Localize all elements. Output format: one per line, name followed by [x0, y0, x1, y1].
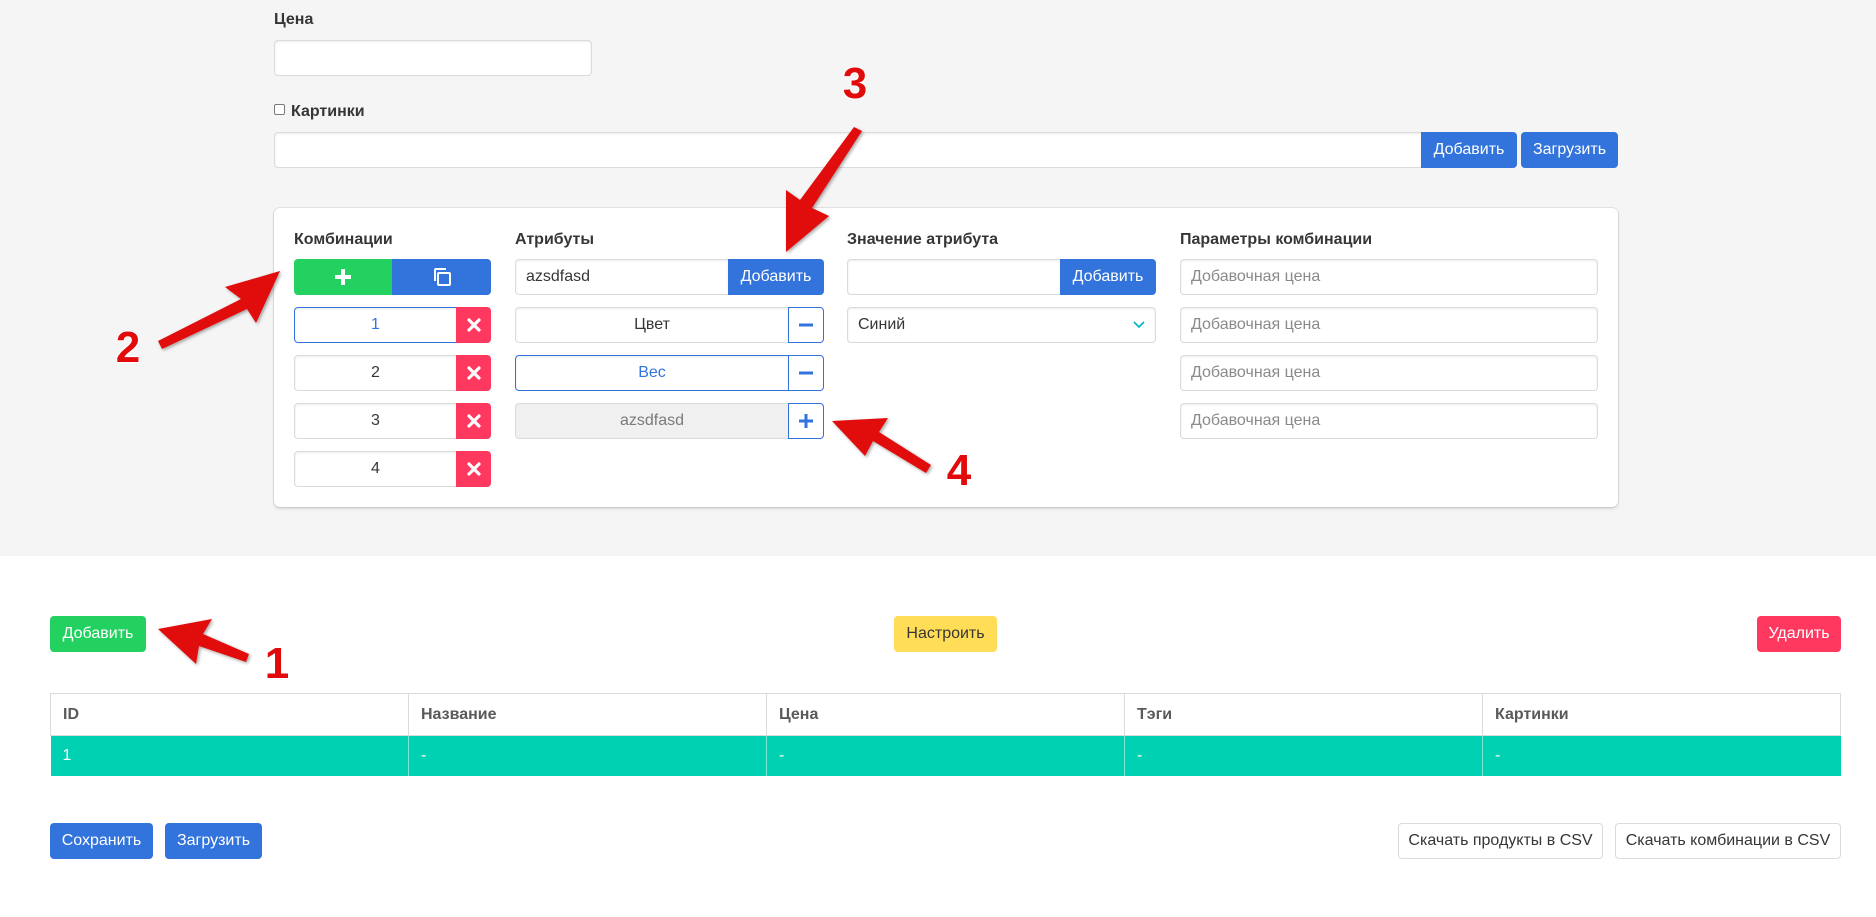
annotation-number: 2	[116, 323, 140, 372]
annotation-arrow-icon	[158, 271, 280, 349]
annotation-arrow-icon	[786, 127, 862, 252]
annotation-arrow-icon	[832, 418, 931, 473]
annotation-number: 1	[265, 639, 289, 688]
annotation-overlay: 1 2 3 4	[115, 58, 973, 689]
annotation-number: 3	[843, 59, 867, 108]
annotation-arrow-icon	[158, 619, 249, 664]
annotation-number: 4	[947, 446, 972, 495]
